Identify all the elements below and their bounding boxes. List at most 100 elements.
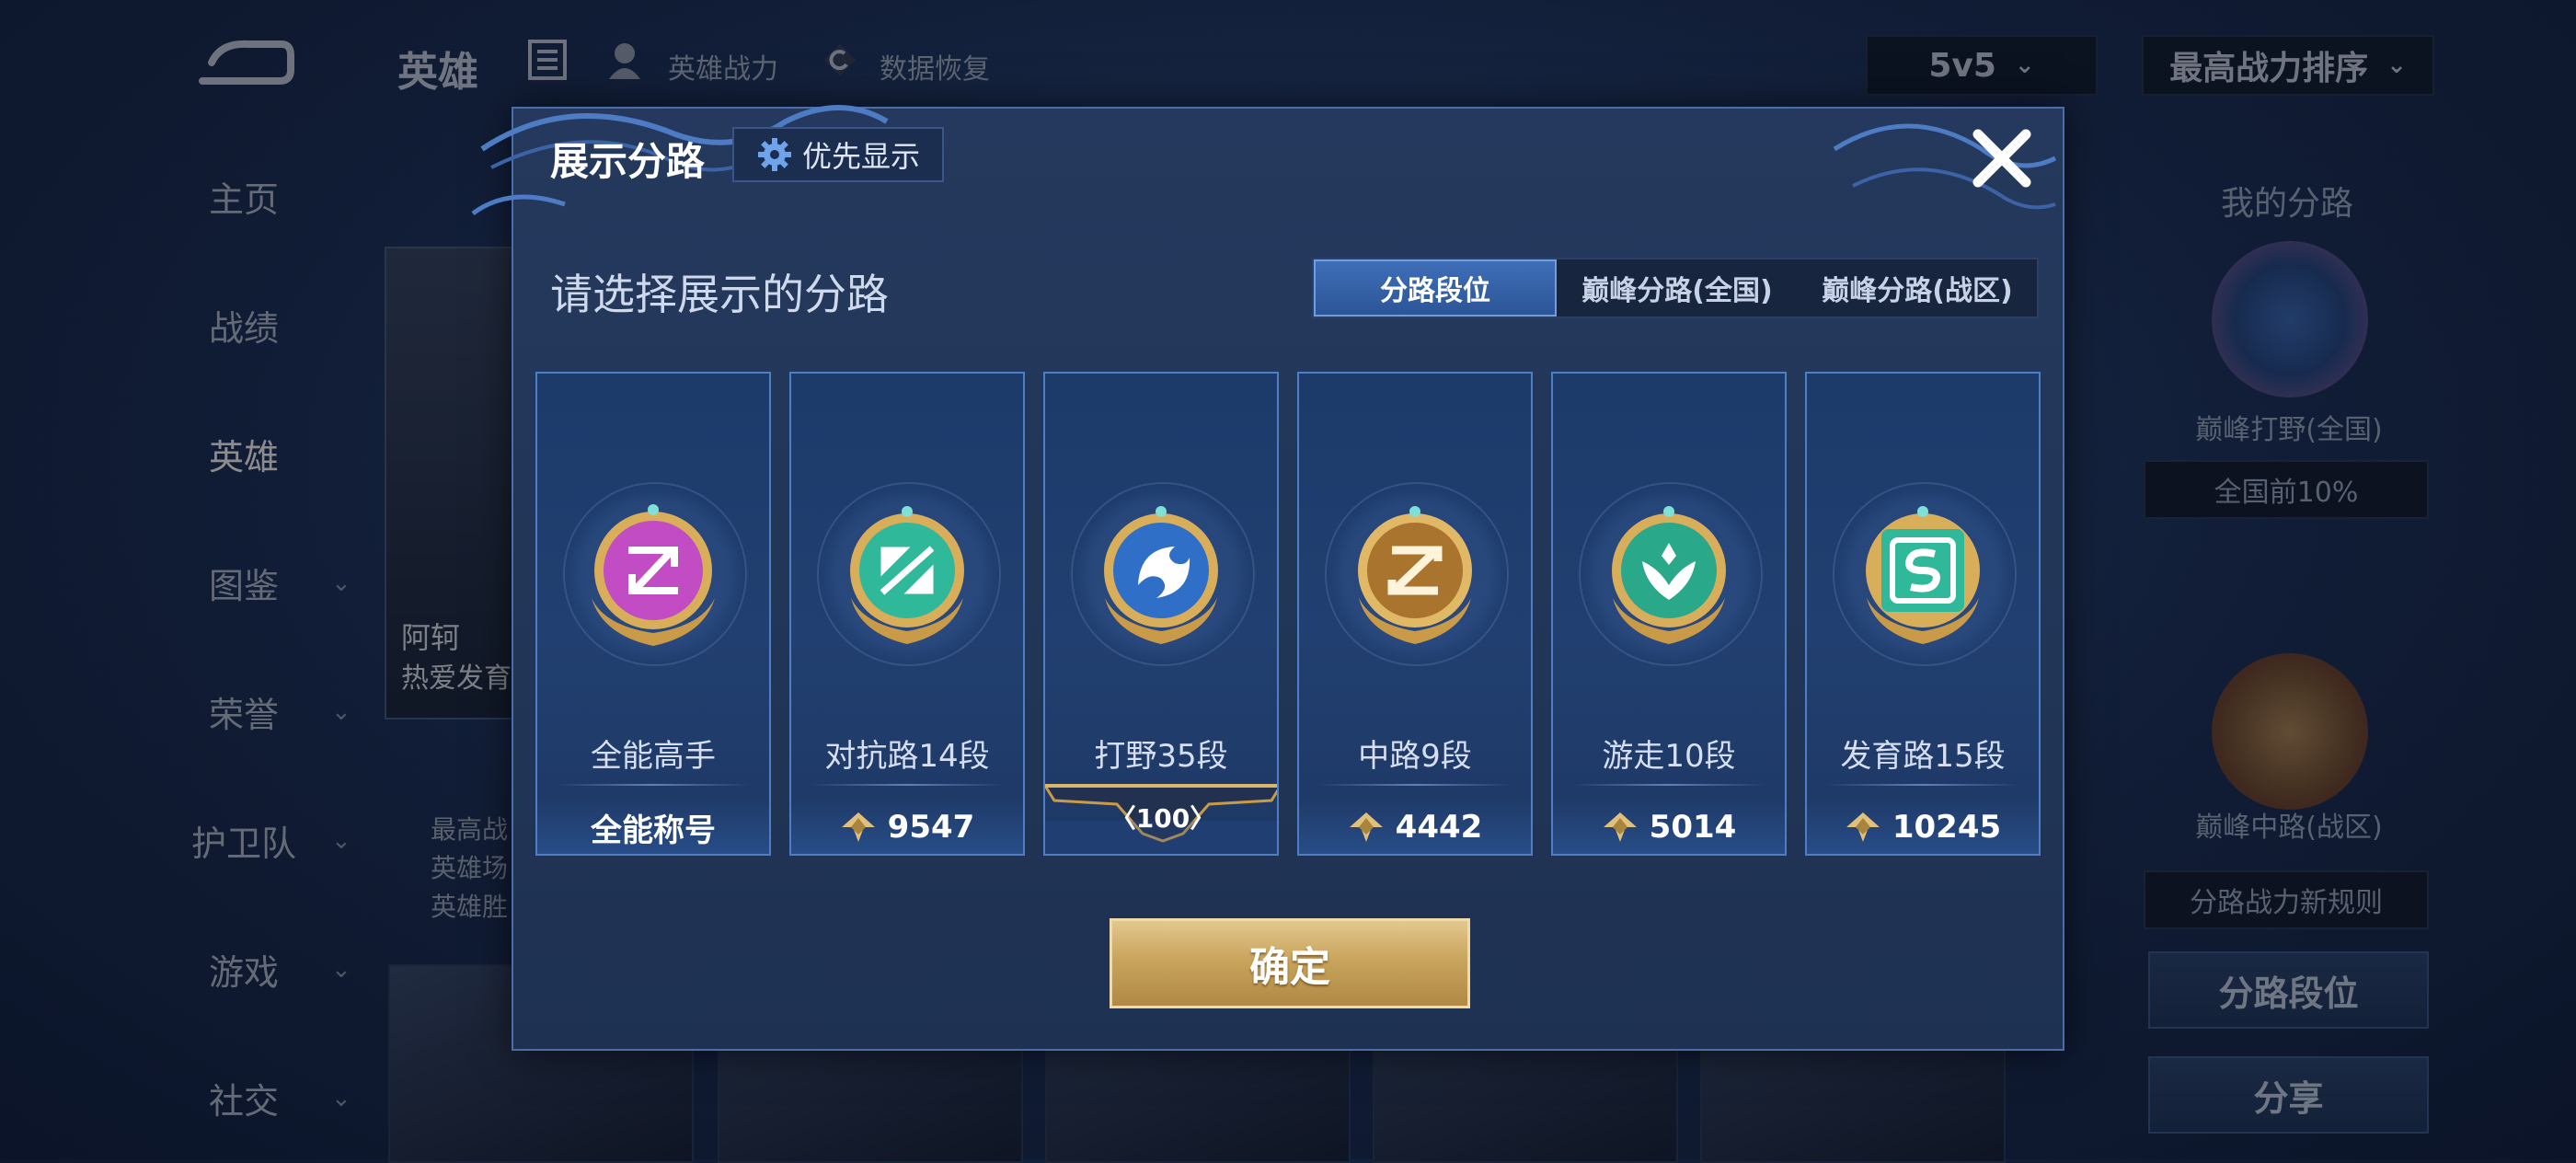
lane-card-name: 打野35段 bbox=[1094, 738, 1228, 775]
chevron-down-icon: ⌄ bbox=[331, 569, 351, 597]
card-divider bbox=[1573, 784, 1765, 786]
chevron-down-icon: ⌄ bbox=[331, 1084, 351, 1112]
sidebar-item-honor[interactable]: 荣誉 ⌄ bbox=[184, 686, 396, 737]
lane-card-value: 全能称号 bbox=[591, 812, 716, 849]
close-icon[interactable] bbox=[1967, 123, 2037, 193]
chevron-down-icon: ⌄ bbox=[2386, 52, 2407, 79]
lane-card-name: 对抗路14段 bbox=[824, 738, 990, 775]
clash-lane-icon bbox=[850, 506, 964, 644]
all-round-icon bbox=[592, 504, 715, 646]
sort-select[interactable]: 最高战力排序 ⌄ bbox=[2142, 35, 2434, 96]
secondary-lane-label: 巅峰中路(战区) bbox=[2195, 812, 2383, 844]
mode-select-value: 5v5 bbox=[1928, 46, 1996, 85]
lane-rank-button[interactable]: 分路段位 bbox=[2148, 951, 2429, 1029]
sidebar-item-label: 游戏 bbox=[208, 952, 279, 993]
share-button[interactable]: 分享 bbox=[2148, 1056, 2429, 1134]
farm-lane-icon bbox=[1866, 506, 1980, 644]
card-divider bbox=[811, 784, 1003, 786]
lane-card-footer: 全能称号 bbox=[537, 797, 769, 854]
sidebar-item-label: 荣誉 bbox=[208, 695, 279, 735]
hero-meta-line: 最高战 bbox=[431, 814, 509, 845]
sidebar-item-label: 英雄 bbox=[208, 437, 279, 478]
sidebar-item-record[interactable]: 战绩 bbox=[184, 300, 396, 351]
priority-display-label: 优先显示 bbox=[801, 139, 920, 174]
chevron-down-icon: ⌄ bbox=[331, 697, 351, 726]
lane-card-name: 中路9段 bbox=[1358, 738, 1472, 775]
sidebar-item-label: 主页 bbox=[208, 179, 279, 220]
sidebar-item-label: 战绩 bbox=[208, 308, 279, 349]
tab-lane-rank[interactable]: 分路段位 bbox=[1314, 259, 1557, 317]
sidebar-item-home[interactable]: 主页 bbox=[184, 171, 396, 222]
lane-cards: 全能高手 全能称号 对抗路14段 9547 打野35段 〈100〉 中路9段 4… bbox=[535, 372, 2044, 856]
rules-pill[interactable]: 分路战力新规则 bbox=[2144, 870, 2429, 929]
list-icon[interactable] bbox=[526, 39, 569, 81]
sidebar-item-label: 护卫队 bbox=[190, 823, 296, 864]
jungle-peak-emblem-icon bbox=[2212, 241, 2368, 397]
chevron-down-icon: ⌄ bbox=[331, 826, 351, 855]
chevron-down-icon: ⌄ bbox=[2014, 52, 2035, 79]
sidebar-item-game[interactable]: 游戏 ⌄ bbox=[184, 944, 396, 995]
back-arrow-icon[interactable] bbox=[193, 35, 294, 90]
combat-power-icon bbox=[1603, 812, 1637, 842]
hero-card-subtitle: 热爱发育 bbox=[401, 662, 512, 695]
lane-card-mid[interactable]: 中路9段 4442 bbox=[1297, 372, 1533, 856]
lane-card-name: 全能高手 bbox=[591, 738, 716, 775]
sidebar-item-guard[interactable]: 护卫队 ⌄ bbox=[184, 815, 396, 866]
mid-peak-emblem-icon bbox=[2212, 653, 2368, 810]
rank-star-badge: 〈100〉 bbox=[1045, 784, 1277, 854]
chevron-down-icon: ⌄ bbox=[331, 955, 351, 984]
lane-card-value: 9547 bbox=[887, 809, 975, 846]
lane-card-name: 发育路15段 bbox=[1840, 738, 2006, 775]
priority-display-button[interactable]: 优先显示 bbox=[732, 127, 944, 182]
sidebar-item-social[interactable]: 社交 ⌄ bbox=[184, 1073, 396, 1123]
card-divider bbox=[1827, 784, 2018, 786]
sidebar-item-label: 图鉴 bbox=[208, 566, 279, 606]
lane-card-value: 4442 bbox=[1395, 809, 1483, 846]
lane-card-roam[interactable]: 游走10段 5014 bbox=[1551, 372, 1787, 856]
rank-star-count: 〈100〉 bbox=[1110, 803, 1216, 834]
hero-card-name: 阿轲 bbox=[401, 620, 461, 655]
lane-card-footer: 5014 bbox=[1553, 797, 1785, 854]
display-lane-modal: 展示分路 优先显示 请选择展示的分路 分路段位 巅峰分路(全国) 巅峰分路(战区… bbox=[471, 105, 2064, 1051]
tab-peak-national[interactable]: 巅峰分路(全国) bbox=[1557, 259, 1798, 317]
lane-card-footer: 9547 bbox=[791, 797, 1023, 854]
mid-lane-icon bbox=[1358, 506, 1472, 644]
sort-select-value: 最高战力排序 bbox=[2169, 50, 2369, 87]
tab-peak-region[interactable]: 巅峰分路(战区) bbox=[1798, 259, 2037, 317]
lane-card-footer: 10245 bbox=[1807, 797, 2039, 854]
hero-meta-line: 英雄场 bbox=[431, 853, 509, 883]
primary-rank-pill: 全国前10% bbox=[2144, 460, 2429, 519]
hero-meta-line: 英雄胜 bbox=[431, 892, 509, 922]
lane-card-clash[interactable]: 对抗路14段 9547 bbox=[789, 372, 1025, 856]
combat-power-icon bbox=[1846, 812, 1880, 842]
lane-card-jungle[interactable]: 打野35段 〈100〉 bbox=[1043, 372, 1279, 856]
card-divider bbox=[558, 784, 749, 786]
my-lane-title: 我的分路 bbox=[2221, 185, 2354, 223]
link-hero-power[interactable]: 英雄战力 bbox=[668, 46, 778, 86]
mode-select[interactable]: 5v5 ⌄ bbox=[1866, 35, 2098, 96]
lane-card-farm[interactable]: 发育路15段 10245 bbox=[1805, 372, 2041, 856]
roam-icon bbox=[1612, 506, 1726, 644]
lane-card-all-round[interactable]: 全能高手 全能称号 bbox=[535, 372, 771, 856]
lane-tabs: 分路段位 巅峰分路(全国) 巅峰分路(战区) bbox=[1312, 258, 2039, 318]
modal-title: 展示分路 bbox=[550, 139, 706, 184]
lane-card-value: 5014 bbox=[1649, 809, 1737, 846]
sidebar-item-hero[interactable]: 英雄 bbox=[184, 429, 396, 479]
lane-card-footer: 4442 bbox=[1299, 797, 1531, 854]
sidebar-item-label: 社交 bbox=[208, 1081, 279, 1122]
primary-lane-label: 巅峰打野(全国) bbox=[2195, 414, 2383, 446]
combat-power-icon bbox=[841, 812, 875, 842]
page-title: 英雄 bbox=[397, 49, 478, 96]
confirm-button[interactable]: 确定 bbox=[1110, 918, 1470, 1008]
link-data-restore[interactable]: 数据恢复 bbox=[880, 46, 990, 86]
sidebar-item-codex[interactable]: 图鉴 ⌄ bbox=[184, 558, 396, 608]
lane-card-value: 10245 bbox=[1892, 809, 2002, 846]
restore-icon bbox=[824, 44, 856, 75]
modal-subtitle: 请选择展示的分路 bbox=[550, 270, 889, 319]
hero-power-icon bbox=[609, 43, 640, 79]
lane-card-name: 游走10段 bbox=[1602, 738, 1736, 775]
gear-icon bbox=[757, 138, 791, 171]
jungle-icon bbox=[1104, 506, 1218, 644]
combat-power-icon bbox=[1349, 812, 1383, 842]
card-divider bbox=[1319, 784, 1511, 786]
